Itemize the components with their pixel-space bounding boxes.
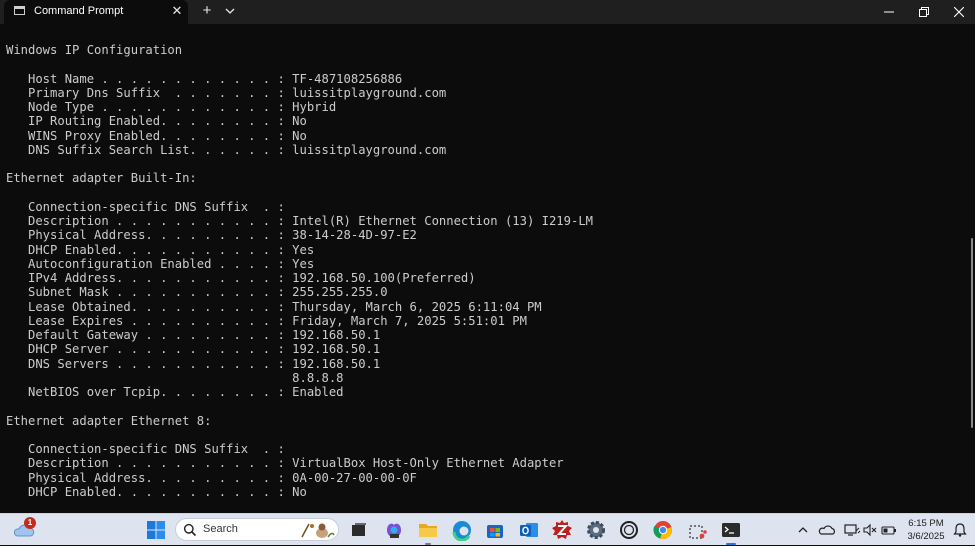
task-view-button[interactable] <box>348 519 370 541</box>
tab-dropdown-button[interactable] <box>221 2 239 20</box>
outlook-button[interactable] <box>518 519 540 541</box>
command-prompt-icon <box>14 6 25 15</box>
scrollbar-thumb[interactable] <box>971 238 973 428</box>
app-ring-icon <box>620 521 638 539</box>
console-line: 8.8.8.8 <box>6 370 344 385</box>
file-explorer-icon <box>419 524 437 537</box>
console-line: Host Name . . . . . . . . . . . . : TF-4… <box>6 71 403 86</box>
tab-command-prompt[interactable]: Command Prompt ✕ <box>4 0 188 24</box>
console-line: IPv4 Address. . . . . . . . . . . : 192.… <box>6 271 476 285</box>
console-line: Windows IP Configuration <box>6 43 183 57</box>
restore-icon <box>919 7 929 17</box>
search-placeholder: Search <box>203 523 238 535</box>
notification-count-badge: 1 <box>24 517 36 529</box>
minimize-button[interactable] <box>872 0 906 24</box>
store-button[interactable] <box>484 519 506 541</box>
tab-close-button[interactable]: ✕ <box>168 2 186 20</box>
network-icon <box>844 524 861 536</box>
minimize-icon <box>884 11 894 13</box>
snipping-tool-button[interactable] <box>686 519 708 541</box>
terminal-area[interactable]: Windows IP Configuration Host Name . . .… <box>0 24 968 513</box>
store-icon <box>487 525 503 538</box>
copilot-m365-icon <box>387 523 401 538</box>
outlook-icon <box>520 523 538 537</box>
close-window-button[interactable] <box>942 0 975 24</box>
console-line: Physical Address. . . . . . . . . : 38-1… <box>6 228 417 243</box>
chrome-button[interactable] <box>652 519 674 541</box>
console-line: Primary Dns Suffix . . . . . . . : luiss… <box>6 85 447 100</box>
search-box[interactable]: Search <box>175 518 339 541</box>
settings-button[interactable] <box>585 519 607 541</box>
console-line: Autoconfiguration Enabled . . . . : Yes <box>6 256 315 271</box>
clock-date: 3/6/2025 <box>907 531 945 542</box>
console-output: Windows IP Configuration Host Name . . .… <box>6 43 593 499</box>
title-bar: Command Prompt ✕ + <box>0 0 975 24</box>
app-ring-button[interactable] <box>618 519 640 541</box>
console-line: DNS Suffix Search List. . . . . . : luis… <box>6 142 447 157</box>
terminal-icon <box>722 523 740 537</box>
settings-icon <box>587 521 605 539</box>
search-icon <box>183 523 197 537</box>
console-line: DHCP Enabled. . . . . . . . . . . : No <box>6 484 307 499</box>
volume-muted-icon <box>863 523 877 537</box>
edge-button[interactable] <box>451 519 473 542</box>
network-button[interactable] <box>843 522 861 538</box>
chrome-icon <box>653 521 673 540</box>
snipping-tool-icon <box>689 525 707 539</box>
copilot-m365-button[interactable] <box>383 519 405 541</box>
filezilla-button[interactable] <box>551 519 573 541</box>
console-line: DNS Servers . . . . . . . . . . . : 192.… <box>6 356 381 371</box>
console-line: Description . . . . . . . . . . . : Inte… <box>6 214 593 228</box>
console-line: NetBIOS over Tcpip. . . . . . . . : Enab… <box>6 385 344 399</box>
filezilla-icon <box>552 520 572 539</box>
taskbar <box>0 513 975 545</box>
console-line: Physical Address. . . . . . . . . : 0A-0… <box>6 470 417 485</box>
battery-icon <box>881 526 896 535</box>
search-highlight-icon <box>301 523 335 538</box>
onedrive-button[interactable] <box>818 522 836 538</box>
show-hidden-icons-button[interactable] <box>796 522 810 538</box>
onedrive-icon <box>818 525 836 535</box>
restore-button[interactable] <box>907 0 941 24</box>
file-explorer-button[interactable] <box>417 519 439 545</box>
console-line: WINS Proxy Enabled. . . . . . . . : No <box>6 128 307 143</box>
volume-button[interactable] <box>862 522 878 538</box>
chevron-down-icon <box>225 8 235 14</box>
terminal-button[interactable] <box>720 519 742 545</box>
scrollbar[interactable] <box>969 24 975 513</box>
notification-bell-icon <box>953 523 967 537</box>
notification-button[interactable] <box>952 522 968 538</box>
console-line: DHCP Server . . . . . . . . . . . : 192.… <box>6 342 381 357</box>
console-line: Subnet Mask . . . . . . . . . . . : 255.… <box>6 285 388 300</box>
battery-button[interactable] <box>880 522 898 538</box>
chevron-up-icon <box>798 527 808 533</box>
edge-icon <box>452 521 471 542</box>
task-view-icon <box>352 523 366 536</box>
console-line: DHCP Enabled. . . . . . . . . . . : Yes <box>6 242 315 257</box>
close-icon <box>954 7 964 17</box>
console-line: Connection-specific DNS Suffix . : <box>6 199 285 214</box>
console-line: Description . . . . . . . . . . . : Virt… <box>6 456 564 471</box>
console-line: Lease Obtained. . . . . . . . . . : Thur… <box>6 299 542 314</box>
start-icon <box>147 521 165 539</box>
console-line: Lease Expires . . . . . . . . . . : Frid… <box>6 313 527 328</box>
clock[interactable]: 6:15 PM 3/6/2025 <box>902 517 950 543</box>
console-line: Ethernet adapter Built-In: <box>6 171 197 186</box>
clock-time: 6:15 PM <box>908 518 944 529</box>
new-tab-button[interactable]: + <box>197 2 217 20</box>
console-line: Ethernet adapter Ethernet 8: <box>6 413 212 428</box>
console-line: Connection-specific DNS Suffix . : <box>6 442 285 456</box>
console-line: Node Type . . . . . . . . . . . . : Hybr… <box>6 100 337 114</box>
console-line: Default Gateway . . . . . . . . . : 192.… <box>6 328 381 342</box>
tab-title: Command Prompt <box>34 5 124 17</box>
console-line: IP Routing Enabled. . . . . . . . : No <box>6 114 307 129</box>
start-button[interactable] <box>145 519 167 541</box>
